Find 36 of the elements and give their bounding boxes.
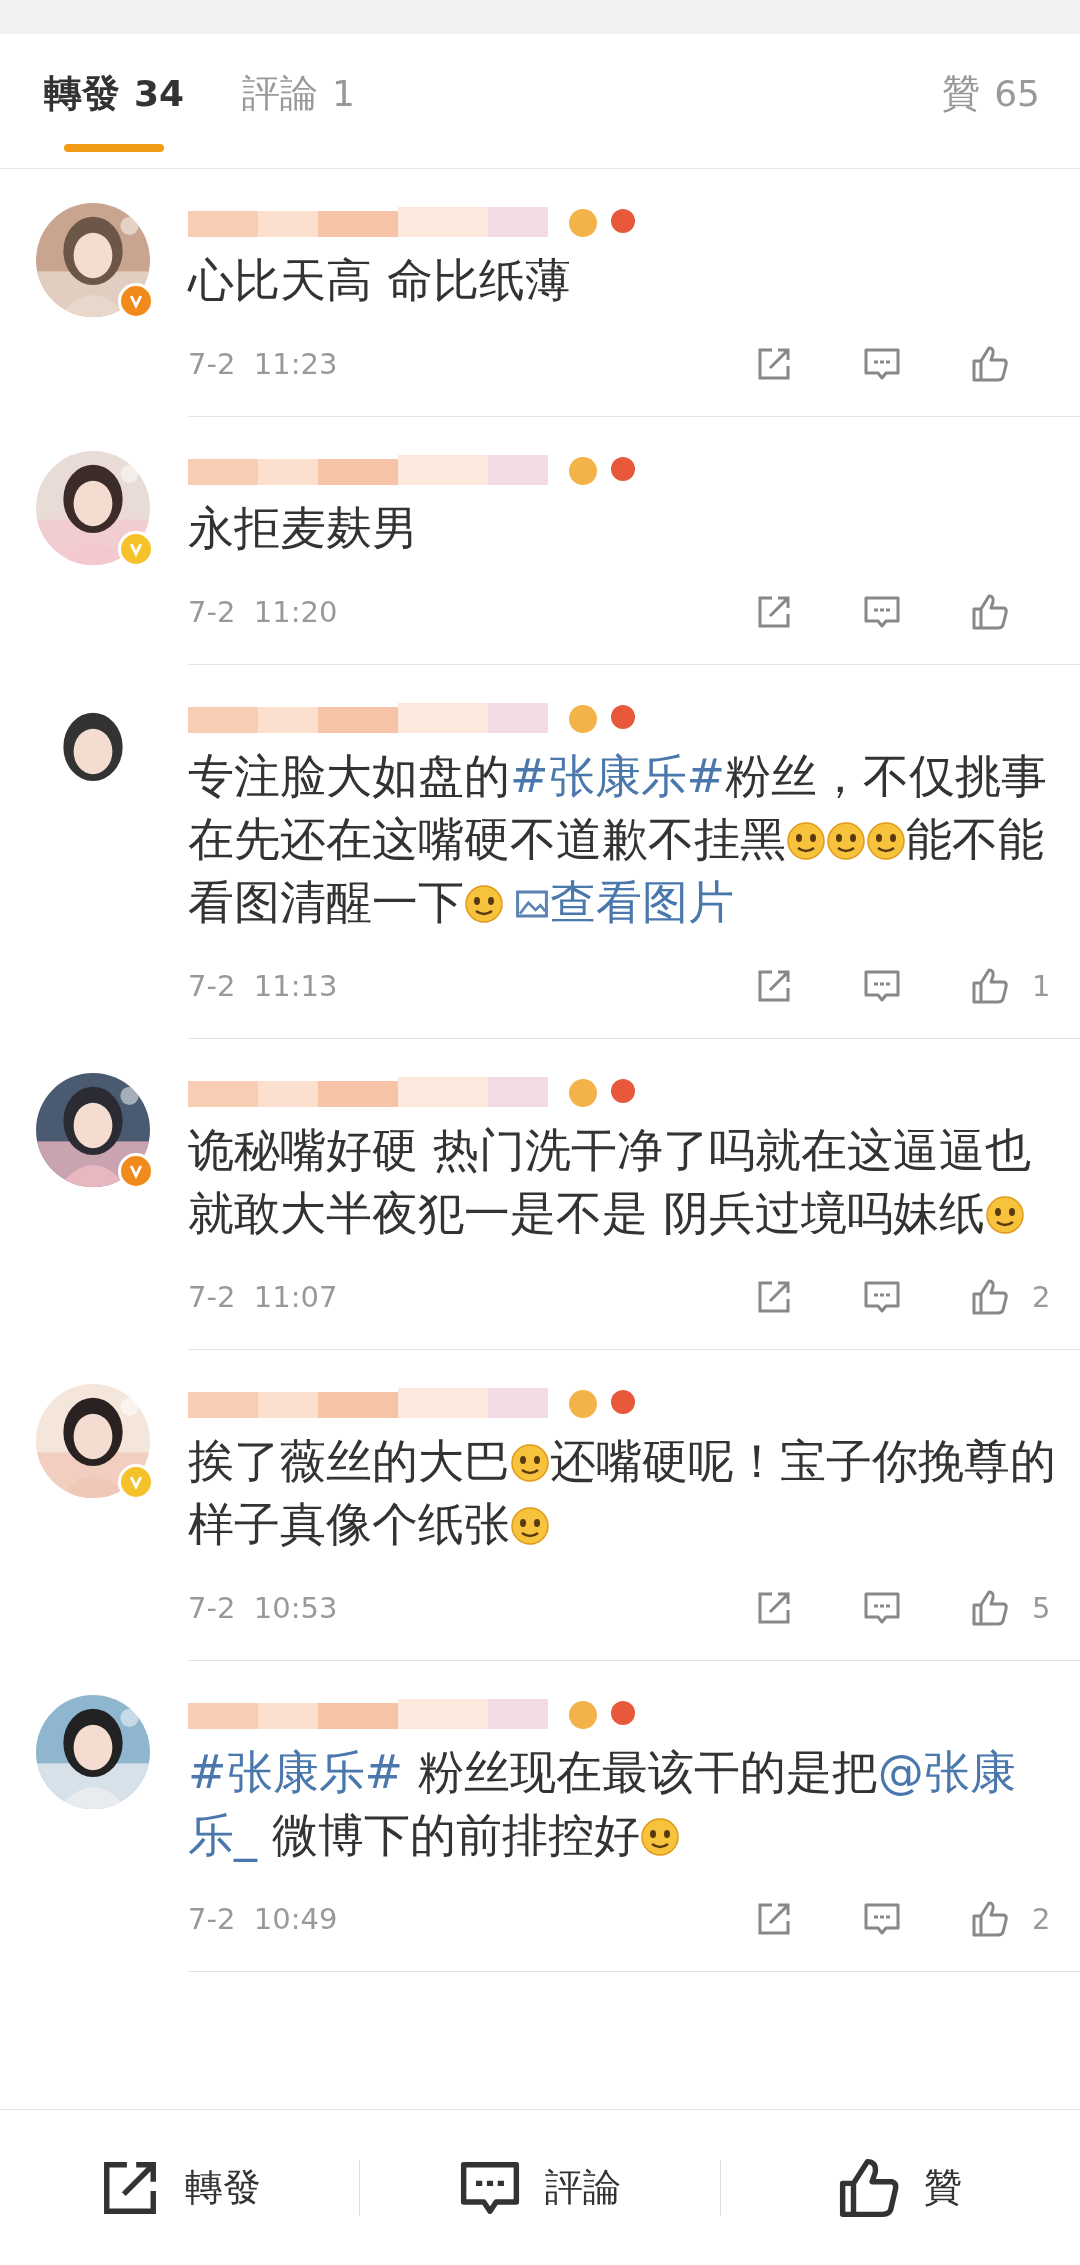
emoji-icon — [984, 1195, 1025, 1235]
thumbs-up-icon[interactable] — [970, 966, 1010, 1006]
comment-text: #张康乐# 粉丝现在最该干的是把@张康乐_ 微博下的前排控好 — [188, 1744, 1017, 1864]
emoji-icon — [510, 1506, 550, 1546]
action-button[interactable]: 評論 — [360, 2136, 720, 2239]
comment-time: 7-2 11:23 — [188, 347, 338, 381]
comment-text: 专注脸大如盘的#张康乐#粉丝，不仅挑事在先还在这嘴硬不道歉不挂黑 能不能看图清醒一下 查看图片 — [188, 748, 1049, 931]
emoji-icon — [639, 1817, 680, 1857]
like-count: 5 — [1032, 1591, 1051, 1625]
thumbs-up-icon[interactable] — [970, 592, 1010, 632]
thumbs-up-icon — [838, 2156, 901, 2219]
comment-time: 7-2 11:13 — [188, 969, 338, 1003]
emoji-icon — [786, 821, 826, 861]
comment-text: 心比天高 命比纸薄 — [188, 252, 572, 309]
action-button[interactable]: 贊 — [720, 2136, 1080, 2239]
thumbs-up-icon[interactable] — [970, 1588, 1010, 1628]
thumbs-up-icon[interactable] — [970, 1277, 1010, 1317]
emoji-icon — [866, 821, 906, 861]
like-count: 2 — [1032, 1280, 1051, 1314]
emoji-icon — [510, 1443, 550, 1483]
comment-text: 诡秘嘴好硬 热门洗干净了吗就在这逼逼也就敢大半夜犯一是不是 阴兵过境吗妹纸 — [188, 1122, 1032, 1242]
view-image-link[interactable]: 查看图片 — [514, 875, 734, 929]
comment-text: 永拒麦麸男 — [188, 500, 419, 557]
comment-time: 7-2 11:07 — [188, 1280, 338, 1314]
thumbs-up-icon[interactable] — [970, 344, 1010, 384]
comment-time: 7-2 10:53 — [188, 1591, 338, 1625]
tab[interactable]: 轉發 34 — [44, 34, 185, 168]
emoji-icon — [826, 821, 866, 861]
thumbs-up-icon[interactable] — [970, 1899, 1010, 1939]
comment-time: 7-2 10:49 — [188, 1902, 338, 1936]
comment-time: 7-2 11:20 — [188, 595, 338, 629]
like-count: 2 — [1032, 1902, 1051, 1936]
action-button[interactable]: 轉發 — [0, 2136, 360, 2239]
like-count: 1 — [1032, 969, 1051, 1003]
emoji-icon — [464, 884, 504, 924]
comment-text: 挨了薇丝的大巴 还嘴硬呢！宝子你挽尊的样子真像个纸张 — [188, 1433, 1057, 1553]
